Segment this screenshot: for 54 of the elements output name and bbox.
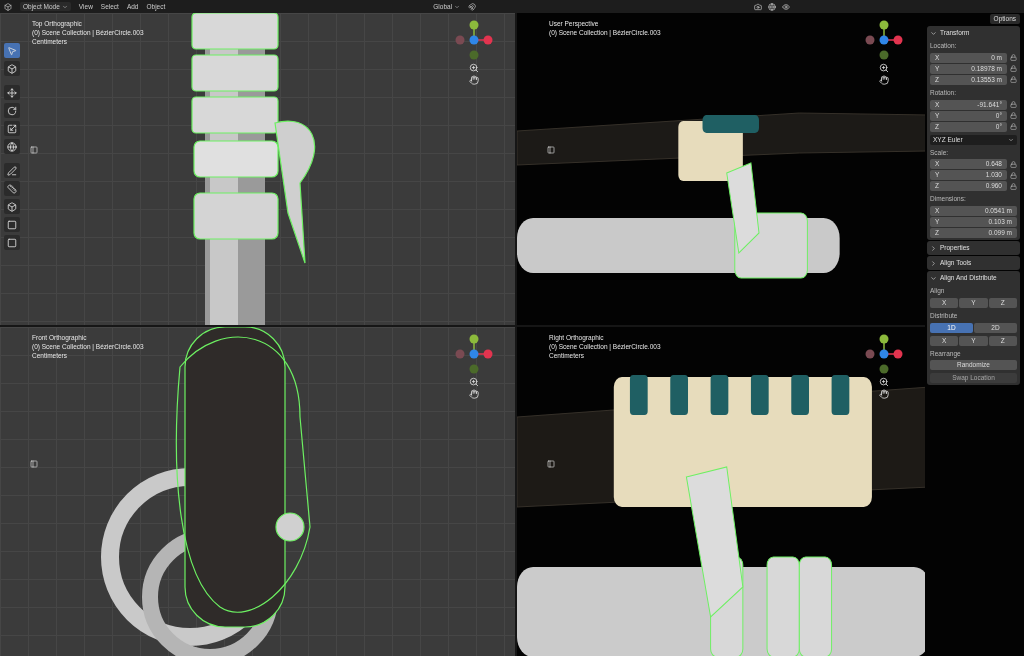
lock-icon[interactable] <box>1010 182 1017 190</box>
lock-icon[interactable] <box>1010 160 1017 168</box>
zoom-icon[interactable] <box>879 377 889 387</box>
tool-button[interactable] <box>4 121 20 136</box>
chevron-down-icon <box>930 274 937 282</box>
tool-button[interactable] <box>4 181 20 196</box>
tool-button[interactable] <box>4 85 20 100</box>
lock-icon[interactable] <box>1010 54 1017 62</box>
lock-icon[interactable] <box>1010 123 1017 130</box>
lock-icon[interactable] <box>1010 101 1017 108</box>
panel-toggle-icon[interactable] <box>547 146 555 154</box>
chevron-down-icon <box>930 29 937 37</box>
zoom-icon[interactable] <box>879 63 889 73</box>
chevron-down-icon <box>61 3 68 10</box>
square-icon <box>7 237 17 248</box>
visibility-icon[interactable] <box>782 2 791 11</box>
select-icon <box>7 45 17 56</box>
pan-hand-icon[interactable] <box>469 75 479 85</box>
lock-icon[interactable] <box>1010 171 1017 179</box>
lock-icon[interactable] <box>1010 76 1017 84</box>
pan-hand-icon[interactable] <box>469 389 479 399</box>
tool-button[interactable] <box>4 61 20 76</box>
panel-toggle-icon[interactable] <box>30 460 38 468</box>
zoom-icon[interactable] <box>469 377 479 387</box>
chevron-down-icon <box>454 3 461 10</box>
tool-button[interactable] <box>4 103 20 118</box>
chevron-down-icon <box>1008 136 1014 143</box>
editor-type-icon[interactable] <box>4 2 12 11</box>
lock-icon[interactable] <box>1010 65 1017 73</box>
pen-icon <box>7 165 17 176</box>
shading-icon[interactable] <box>768 2 777 11</box>
cube-icon <box>7 201 17 212</box>
transform-icon <box>7 141 17 152</box>
rotate-icon <box>7 105 17 116</box>
tool-button[interactable] <box>4 163 20 178</box>
pan-hand-icon[interactable] <box>879 389 889 399</box>
snap-icon[interactable] <box>468 2 477 11</box>
axis-gizmo-icon[interactable] <box>865 19 903 61</box>
panel-toggle-icon[interactable] <box>547 460 555 468</box>
pan-hand-icon[interactable] <box>879 75 889 85</box>
scale-icon <box>7 123 17 134</box>
zoom-icon[interactable] <box>469 63 479 73</box>
axis-gizmo-icon[interactable] <box>455 333 493 375</box>
square-icon <box>7 219 17 230</box>
axis-gizmo-icon[interactable] <box>455 19 493 61</box>
lock-icon[interactable] <box>1010 112 1017 119</box>
tool-button[interactable] <box>4 199 20 214</box>
panel-toggle-icon[interactable] <box>30 146 38 154</box>
tool-button[interactable] <box>4 217 20 232</box>
tool-button[interactable] <box>4 235 20 250</box>
ruler-icon <box>7 183 17 194</box>
move-icon <box>7 87 17 98</box>
axis-gizmo-icon[interactable] <box>865 333 903 375</box>
tool-button[interactable] <box>4 139 20 154</box>
